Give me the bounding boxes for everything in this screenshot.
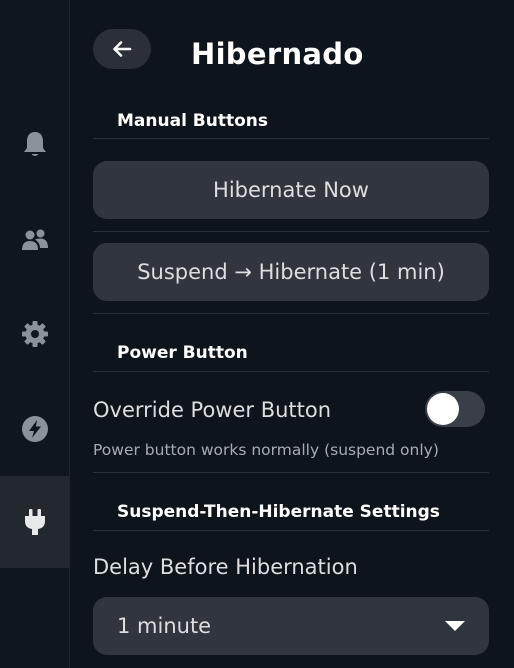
divider — [93, 231, 489, 232]
back-button[interactable] — [93, 29, 151, 69]
bell-icon — [23, 132, 46, 156]
divider — [93, 138, 489, 139]
sidebar-rail — [0, 0, 70, 668]
gear-icon — [21, 321, 48, 347]
toggle-knob — [427, 393, 459, 425]
section-header-manual: Manual Buttons — [117, 111, 269, 131]
section-header-sth: Suspend-Then-Hibernate Settings — [117, 502, 440, 522]
suspend-hibernate-button[interactable]: Suspend → Hibernate (1 min) — [93, 243, 489, 301]
sidebar-item-friends[interactable] — [0, 194, 69, 286]
section-header-power: Power Button — [117, 343, 248, 363]
sidebar-item-notifications[interactable] — [0, 98, 69, 190]
delay-label: Delay Before Hibernation — [93, 555, 358, 579]
chevron-down-icon — [445, 621, 465, 631]
sidebar-item-performance[interactable] — [0, 383, 69, 475]
override-power-label: Override Power Button — [93, 398, 332, 422]
lightning-icon — [21, 416, 48, 442]
delay-dropdown-value: 1 minute — [117, 614, 212, 638]
plug-icon — [24, 509, 45, 535]
page-title: Hibernado — [191, 37, 364, 71]
friends-icon — [21, 229, 48, 250]
arrow-left-icon — [113, 41, 132, 57]
divider — [93, 313, 489, 314]
delay-dropdown[interactable]: 1 minute — [93, 597, 489, 655]
override-power-toggle[interactable] — [425, 391, 485, 427]
sidebar-item-settings[interactable] — [0, 288, 69, 380]
override-power-description: Power button works normally (suspend onl… — [93, 441, 439, 459]
divider — [93, 472, 489, 473]
divider — [93, 530, 489, 531]
hibernate-now-button[interactable]: Hibernate Now — [93, 161, 489, 219]
plugin-panel: Hibernado Manual Buttons Hibernate Now S… — [69, 0, 514, 668]
sidebar-item-plugins[interactable] — [0, 476, 69, 568]
divider — [93, 371, 489, 372]
